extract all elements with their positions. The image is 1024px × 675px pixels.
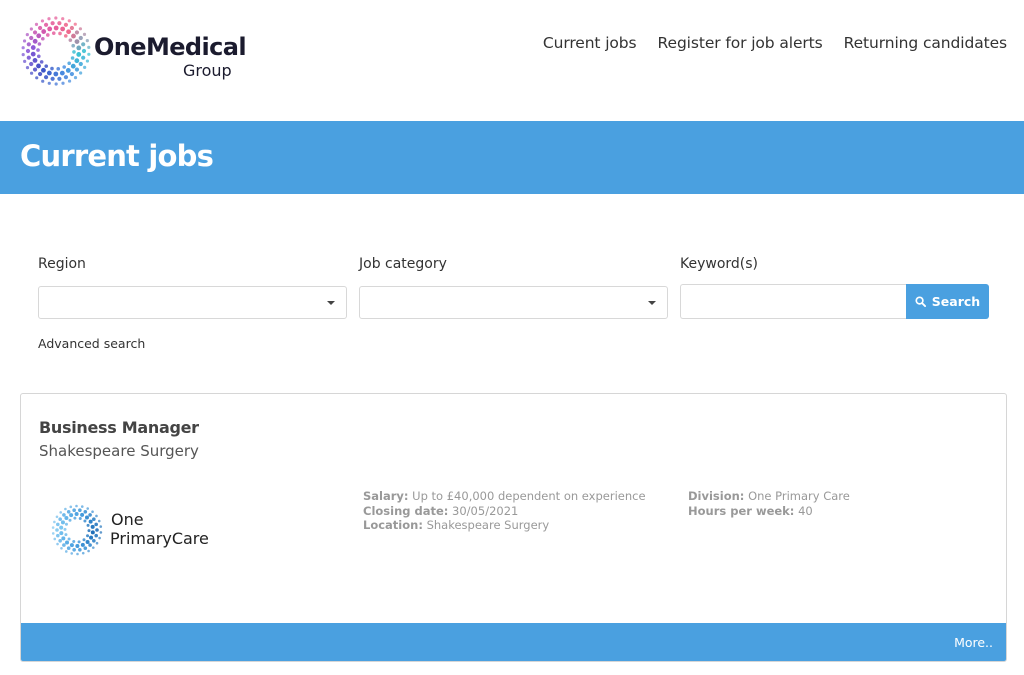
job-category-label: Job category xyxy=(359,256,447,272)
division-row: Division: One Primary Care xyxy=(688,489,850,504)
search-button[interactable]: Search xyxy=(906,284,989,319)
hours-value: 40 xyxy=(798,503,813,518)
job-card-footer: More.. xyxy=(21,623,1006,661)
one-primary-care-logo: One PrimaryCare xyxy=(51,502,251,558)
caret-down-icon xyxy=(327,301,335,305)
page-banner: Current jobs xyxy=(0,121,1024,194)
brand-sub: Group xyxy=(183,61,232,80)
region-label: Region xyxy=(38,256,86,272)
one-primary-care-dots-icon xyxy=(51,504,103,556)
division-label: Division: xyxy=(688,489,745,503)
division-value: One Primary Care xyxy=(748,489,850,503)
closing-date-label: Closing date: xyxy=(363,503,449,518)
hours-label: Hours per week: xyxy=(688,503,795,518)
job-card: Business Manager Shakespeare Surgery One… xyxy=(20,393,1007,662)
region-select[interactable] xyxy=(38,286,347,319)
salary-row: Salary: Up to £40,000 dependent on exper… xyxy=(363,489,646,504)
location-value: Shakespeare Surgery xyxy=(426,518,550,532)
salary-value: Up to £40,000 dependent on experience xyxy=(412,489,646,503)
search-icon xyxy=(915,296,926,307)
site-header: OneMedical Group Current jobs Register f… xyxy=(0,0,1024,121)
advanced-search-link[interactable]: Advanced search xyxy=(38,336,145,351)
closing-date-row: Closing date: 30/05/2021 xyxy=(363,504,646,519)
job-details-right: Division: One Primary Care Hours per wee… xyxy=(688,489,850,518)
location-row: Location: Shakespeare Surgery xyxy=(363,518,646,533)
closing-date-value: 30/05/2021 xyxy=(452,503,519,518)
more-link[interactable]: More.. xyxy=(954,635,993,650)
page-title: Current jobs xyxy=(20,139,214,173)
job-category-select[interactable] xyxy=(359,286,668,319)
nav-current-jobs[interactable]: Current jobs xyxy=(543,34,637,52)
keywords-label: Keyword(s) xyxy=(680,256,759,272)
nav-register-job-alerts[interactable]: Register for job alerts xyxy=(658,34,823,52)
job-employer: Shakespeare Surgery xyxy=(39,442,199,460)
onemedical-logo[interactable]: OneMedical Group xyxy=(20,15,250,87)
nav-returning-candidates[interactable]: Returning candidates xyxy=(844,34,1007,52)
search-button-label: Search xyxy=(931,294,981,309)
onemedical-dots-icon xyxy=(21,16,91,86)
caret-down-icon xyxy=(648,301,656,305)
logo-text-one: One xyxy=(111,510,144,529)
hours-row: Hours per week: 40 xyxy=(688,504,850,519)
location-label: Location: xyxy=(363,518,423,532)
salary-label: Salary: xyxy=(363,489,409,503)
logo-text-primarycare: PrimaryCare xyxy=(110,529,209,548)
top-nav: Current jobs Register for job alerts Ret… xyxy=(543,34,1007,52)
job-details-left: Salary: Up to £40,000 dependent on exper… xyxy=(363,489,646,533)
job-title[interactable]: Business Manager xyxy=(39,418,199,437)
brand-name: OneMedical xyxy=(94,33,247,61)
keywords-input[interactable] xyxy=(680,284,907,319)
